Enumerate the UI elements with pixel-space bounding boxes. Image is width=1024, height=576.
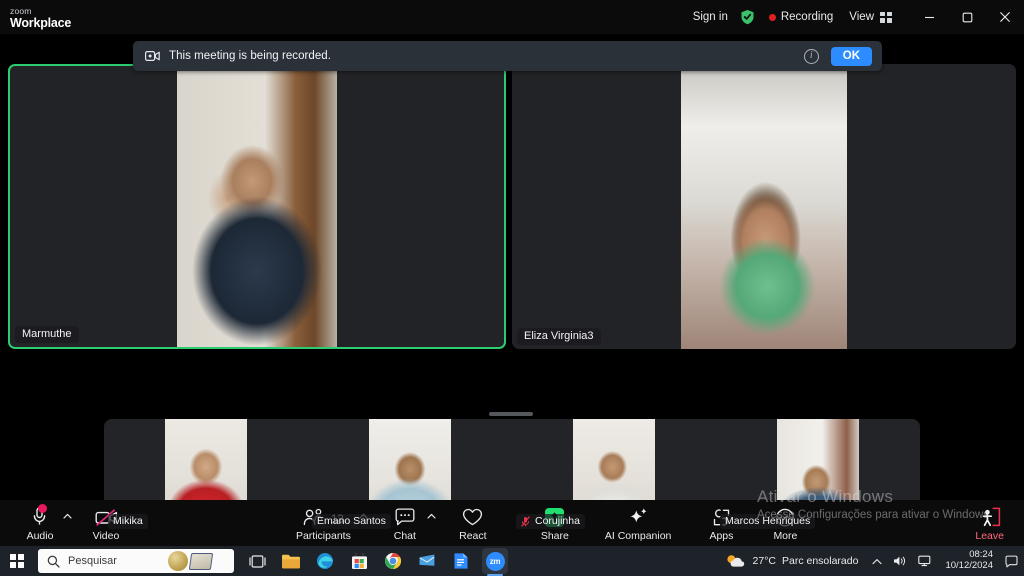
participants-label: Participants <box>295 529 351 542</box>
title-bar: zoom Workplace Sign in Recording View <box>0 0 1024 34</box>
weather-temp: 27°C <box>752 555 776 567</box>
participant-name: Mikika <box>113 515 143 527</box>
participant-name-badge: Eliza Virginia3 <box>517 328 601 345</box>
chat-label: Chat <box>393 529 416 542</box>
microphone-icon <box>32 503 49 527</box>
more-label: More <box>773 529 798 542</box>
participant-name-badge: Mikika <box>108 514 148 529</box>
brand-zoom-text: zoom <box>10 6 32 16</box>
chat-icon <box>395 505 415 527</box>
audio-label: Audio <box>26 529 54 542</box>
recording-banner-message: This meeting is being recorded. <box>169 50 331 62</box>
video-feed-eliza <box>681 64 847 349</box>
chrome-icon[interactable] <box>380 548 406 574</box>
search-icon <box>47 555 60 568</box>
shield-check-icon[interactable] <box>740 9 755 25</box>
zoom-meeting-window: zoom Workplace Sign in Recording View Ma… <box>0 0 1024 576</box>
ai-companion-button[interactable]: AI Companion <box>599 500 678 546</box>
participant-name: Marcos Henriques <box>725 515 811 527</box>
participant-name-badge: Marmuthe <box>15 326 79 343</box>
windows-taskbar: Pesquisar zm 27°C Parc ensolarado 08:24 … <box>0 546 1024 576</box>
recording-status[interactable]: Recording <box>768 11 834 23</box>
view-button[interactable]: View <box>849 11 892 23</box>
heart-icon <box>462 505 483 527</box>
recording-banner-actions: i OK <box>803 46 872 66</box>
video-feed-marmuthe <box>177 66 337 347</box>
react-button[interactable]: React <box>453 500 493 546</box>
speaker-tile-marmuthe[interactable]: Marmuthe <box>8 64 506 349</box>
system-tray: 27°C Parc ensolarado 08:24 10/12/2024 <box>725 550 1024 571</box>
notification-bell-icon[interactable] <box>1005 555 1018 568</box>
zoom-brand-logo: zoom Workplace <box>10 0 71 34</box>
video-record-icon <box>145 50 160 62</box>
title-bar-actions: Sign in Recording View <box>693 0 1024 34</box>
video-label: Video <box>92 529 120 542</box>
office-document-icon[interactable] <box>448 548 474 574</box>
participant-name: Eliza Virginia3 <box>524 330 594 342</box>
muted-microphone-icon <box>521 515 530 527</box>
search-input[interactable]: Pesquisar <box>38 549 234 573</box>
weather-desc: Parc ensolarado <box>781 555 859 567</box>
speaker-icon[interactable] <box>893 555 907 567</box>
participant-name: Corujinha <box>535 515 580 527</box>
taskbar-apps: zm <box>244 548 508 576</box>
mail-icon[interactable] <box>414 548 440 574</box>
sun-cloud-icon <box>725 553 747 569</box>
task-view-icon[interactable] <box>244 548 270 574</box>
search-placeholder: Pesquisar <box>68 555 117 567</box>
leave-label: Leave <box>975 529 1004 542</box>
filmstrip-drag-handle[interactable] <box>489 412 533 416</box>
participant-name-badge: Corujinha <box>516 514 585 529</box>
participant-name: Emano Santos <box>317 515 386 527</box>
toolbar-right-group: Leave <box>969 500 1024 546</box>
sign-in-button[interactable]: Sign in <box>693 11 728 23</box>
file-explorer-icon[interactable] <box>278 548 304 574</box>
sparkle-icon <box>627 505 649 527</box>
recording-dot-icon <box>768 13 776 21</box>
weather-widget[interactable]: 27°C Parc ensolarado <box>725 553 859 569</box>
ai-companion-label: AI Companion <box>604 529 672 542</box>
leave-button[interactable]: Leave <box>969 500 1010 546</box>
maximize-icon[interactable] <box>948 0 986 34</box>
windows-start-icon[interactable] <box>0 546 34 576</box>
grid-view-icon <box>880 11 892 23</box>
participant-name-badge: Emano Santos <box>312 514 391 529</box>
chevron-up-icon[interactable] <box>872 558 883 565</box>
leave-door-icon <box>979 505 1001 527</box>
search-illustration <box>168 550 230 572</box>
store-icon[interactable] <box>346 548 372 574</box>
audio-alert-badge <box>37 503 47 513</box>
meeting-toolbar: Audio Video Participants Chat React Shar… <box>0 500 1024 546</box>
info-icon[interactable]: i <box>803 48 819 64</box>
audio-options-caret[interactable] <box>60 500 74 546</box>
react-label: React <box>459 529 487 542</box>
share-label: Share <box>540 529 569 542</box>
network-icon[interactable] <box>918 555 932 567</box>
apps-label: Apps <box>709 529 734 542</box>
close-icon[interactable] <box>986 0 1024 34</box>
taskbar-clock[interactable]: 08:24 10/12/2024 <box>945 550 993 571</box>
recording-status-label: Recording <box>780 11 834 23</box>
view-label: View <box>849 11 874 23</box>
clock-date: 10/12/2024 <box>945 560 993 571</box>
speaker-tile-eliza[interactable]: Eliza Virginia3 <box>512 64 1016 349</box>
recording-notification-banner: This meeting is being recorded. i OK <box>133 41 882 71</box>
chat-options-caret[interactable] <box>425 500 439 546</box>
participant-name-badge: Marcos Henriques <box>720 514 816 529</box>
zoom-icon[interactable]: zm <box>482 548 508 576</box>
window-controls <box>910 0 1024 34</box>
brand-workplace-text: Workplace <box>10 15 72 30</box>
edge-icon[interactable] <box>312 548 338 574</box>
audio-button[interactable]: Audio <box>20 500 60 546</box>
participant-name: Marmuthe <box>22 328 72 340</box>
video-stage: Marmuthe Eliza Virginia3 Mikika Emano Sa… <box>0 34 1024 533</box>
ok-button[interactable]: OK <box>830 46 872 66</box>
minimize-icon[interactable] <box>910 0 948 34</box>
